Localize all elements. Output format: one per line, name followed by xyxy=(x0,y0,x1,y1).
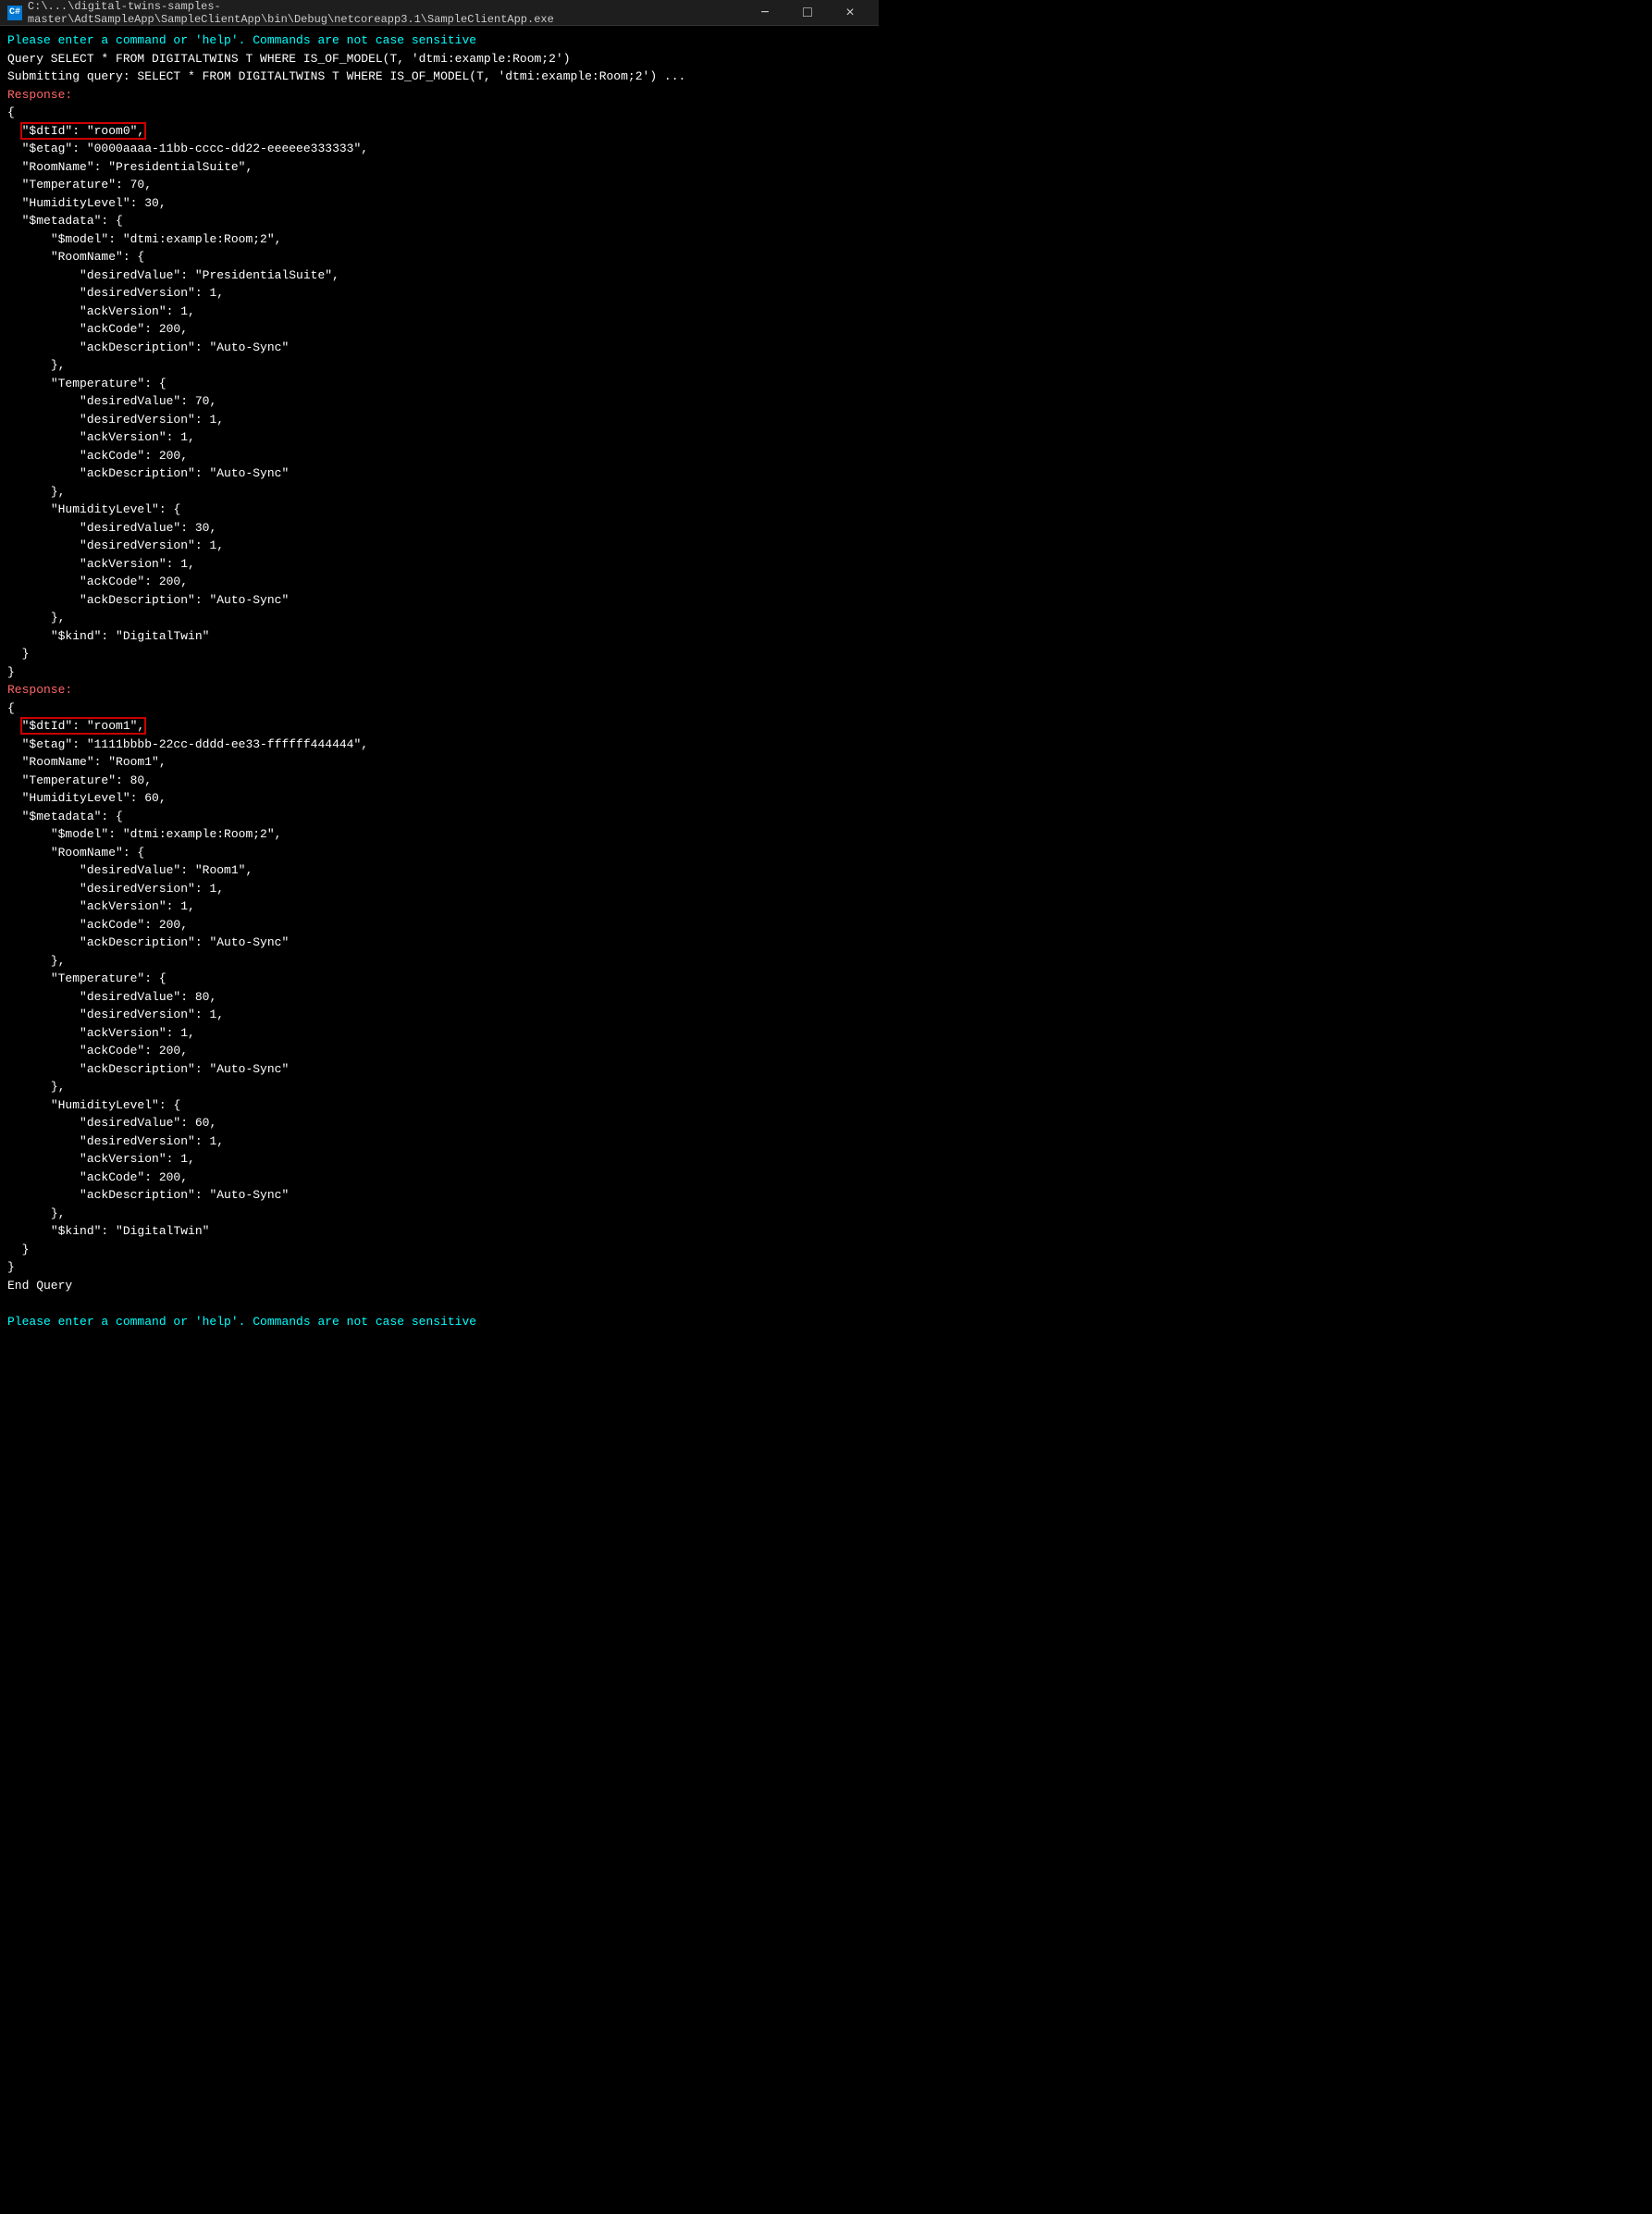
room0-ackdescription3: "ackDescription": "Auto-Sync" xyxy=(7,591,871,610)
room1-ackcode3: "ackCode": 200, xyxy=(7,1169,871,1187)
room1-desiredvalue-temp: "desiredValue": 80, xyxy=(7,988,871,1007)
room0-desiredversion3: "desiredVersion": 1, xyxy=(7,537,871,555)
initial-prompt: Please enter a command or 'help'. Comman… xyxy=(7,31,871,50)
response-label-1: Response: xyxy=(7,86,871,105)
console-area: Please enter a command or 'help'. Comman… xyxy=(0,26,879,1336)
room0-etag: "$etag": "0000aaaa-11bb-cccc-dd22-eeeeee… xyxy=(7,140,871,158)
room1-roomname-meta-close: }, xyxy=(7,952,871,971)
room0-desiredvalue-temp: "desiredValue": 70, xyxy=(7,392,871,411)
room0-humidity-meta-open: "HumidityLevel": { xyxy=(7,501,871,519)
title-bar-path: C:\...\digital-twins-samples-master\AdtS… xyxy=(28,0,744,26)
room1-humidity-meta-close: }, xyxy=(7,1205,871,1223)
room0-desiredvalue-hum: "desiredValue": 30, xyxy=(7,519,871,538)
room1-temp-meta-close: }, xyxy=(7,1078,871,1096)
room1-desiredversion1: "desiredVersion": 1, xyxy=(7,880,871,898)
room0-model: "$model": "dtmi:example:Room;2", xyxy=(7,230,871,249)
room1-humidity-meta-open: "HumidityLevel": { xyxy=(7,1096,871,1115)
room1-kind: "$kind": "DigitalTwin" xyxy=(7,1222,871,1241)
room1-metadata-close: } xyxy=(7,1241,871,1259)
room1-desiredversion2: "desiredVersion": 1, xyxy=(7,1006,871,1024)
room1-ackdescription3: "ackDescription": "Auto-Sync" xyxy=(7,1186,871,1205)
room1-roomname: "RoomName": "Room1", xyxy=(7,753,871,772)
title-bar-left: C# C:\...\digital-twins-samples-master\A… xyxy=(7,0,744,26)
open-brace-2: { xyxy=(7,699,871,718)
room0-ackcode2: "ackCode": 200, xyxy=(7,447,871,465)
minimize-button[interactable]: − xyxy=(744,0,786,26)
title-bar: C# C:\...\digital-twins-samples-master\A… xyxy=(0,0,879,26)
room0-dtid-highlighted: "$dtId": "room0", xyxy=(22,124,145,138)
room0-outer-close: } xyxy=(7,663,871,682)
room0-ackversion3: "ackVersion": 1, xyxy=(7,555,871,574)
room1-desiredversion3: "desiredVersion": 1, xyxy=(7,1132,871,1151)
room1-ackcode1: "ackCode": 200, xyxy=(7,916,871,934)
room1-temperature: "Temperature": 80, xyxy=(7,772,871,790)
room0-ackdescription2: "ackDescription": "Auto-Sync" xyxy=(7,464,871,483)
room0-temperature: "Temperature": 70, xyxy=(7,176,871,194)
room1-ackcode2: "ackCode": 200, xyxy=(7,1042,871,1060)
room1-desiredvalue-room: "desiredValue": "Room1", xyxy=(7,861,871,880)
submitting-line: Submitting query: SELECT * FROM DIGITALT… xyxy=(7,68,871,86)
room0-ackversion1: "ackVersion": 1, xyxy=(7,303,871,321)
maximize-button[interactable]: □ xyxy=(786,0,829,26)
room0-desiredversion2: "desiredVersion": 1, xyxy=(7,411,871,429)
room1-ackdescription1: "ackDescription": "Auto-Sync" xyxy=(7,934,871,952)
room0-ackversion2: "ackVersion": 1, xyxy=(7,428,871,447)
room1-roomname-meta-open: "RoomName": { xyxy=(7,844,871,862)
room1-model: "$model": "dtmi:example:Room;2", xyxy=(7,825,871,844)
room0-ackdescription1: "ackDescription": "Auto-Sync" xyxy=(7,339,871,357)
room1-ackversion1: "ackVersion": 1, xyxy=(7,897,871,916)
room1-ackdescription2: "ackDescription": "Auto-Sync" xyxy=(7,1060,871,1079)
room0-dtid: "$dtId": "room0", xyxy=(7,122,871,141)
room1-temp-meta-open: "Temperature": { xyxy=(7,970,871,988)
room1-metadata-open: "$metadata": { xyxy=(7,808,871,826)
room0-kind: "$kind": "DigitalTwin" xyxy=(7,627,871,646)
room1-humiditylevel: "HumidityLevel": 60, xyxy=(7,789,871,808)
room0-metadata-open: "$metadata": { xyxy=(7,212,871,230)
room0-ackcode1: "ackCode": 200, xyxy=(7,320,871,339)
room1-ackversion2: "ackVersion": 1, xyxy=(7,1024,871,1043)
room1-etag: "$etag": "1111bbbb-22cc-dddd-ee33-ffffff… xyxy=(7,736,871,754)
response-label-2: Response: xyxy=(7,681,871,699)
title-bar-controls: − □ × xyxy=(744,0,871,26)
room0-humiditylevel: "HumidityLevel": 30, xyxy=(7,194,871,213)
room0-metadata-close: } xyxy=(7,645,871,663)
room1-ackversion3: "ackVersion": 1, xyxy=(7,1150,871,1169)
room0-roomname-meta-close: }, xyxy=(7,356,871,375)
room0-temp-meta-close: }, xyxy=(7,483,871,501)
query-line: Query SELECT * FROM DIGITALTWINS T WHERE… xyxy=(7,50,871,68)
room0-desiredvalue-room: "desiredValue": "PresidentialSuite", xyxy=(7,266,871,285)
open-brace-1: { xyxy=(7,104,871,122)
room0-temp-meta-open: "Temperature": { xyxy=(7,375,871,393)
app-icon: C# xyxy=(7,6,22,20)
room1-outer-close: } xyxy=(7,1258,871,1277)
room1-desiredvalue-hum: "desiredValue": 60, xyxy=(7,1114,871,1132)
room0-roomname: "RoomName": "PresidentialSuite", xyxy=(7,158,871,177)
room0-ackcode3: "ackCode": 200, xyxy=(7,573,871,591)
room1-dtid: "$dtId": "room1", xyxy=(7,717,871,736)
bottom-prompt: Please enter a command or 'help'. Comman… xyxy=(7,1313,871,1331)
app-icon-label: C# xyxy=(9,7,20,18)
end-query: End Query xyxy=(7,1277,871,1295)
room0-humidity-meta-close: }, xyxy=(7,609,871,627)
room0-desiredversion1: "desiredVersion": 1, xyxy=(7,284,871,303)
close-button[interactable]: × xyxy=(829,0,871,26)
room1-dtid-highlighted: "$dtId": "room1", xyxy=(22,719,145,733)
room0-roomname-meta-open: "RoomName": { xyxy=(7,248,871,266)
